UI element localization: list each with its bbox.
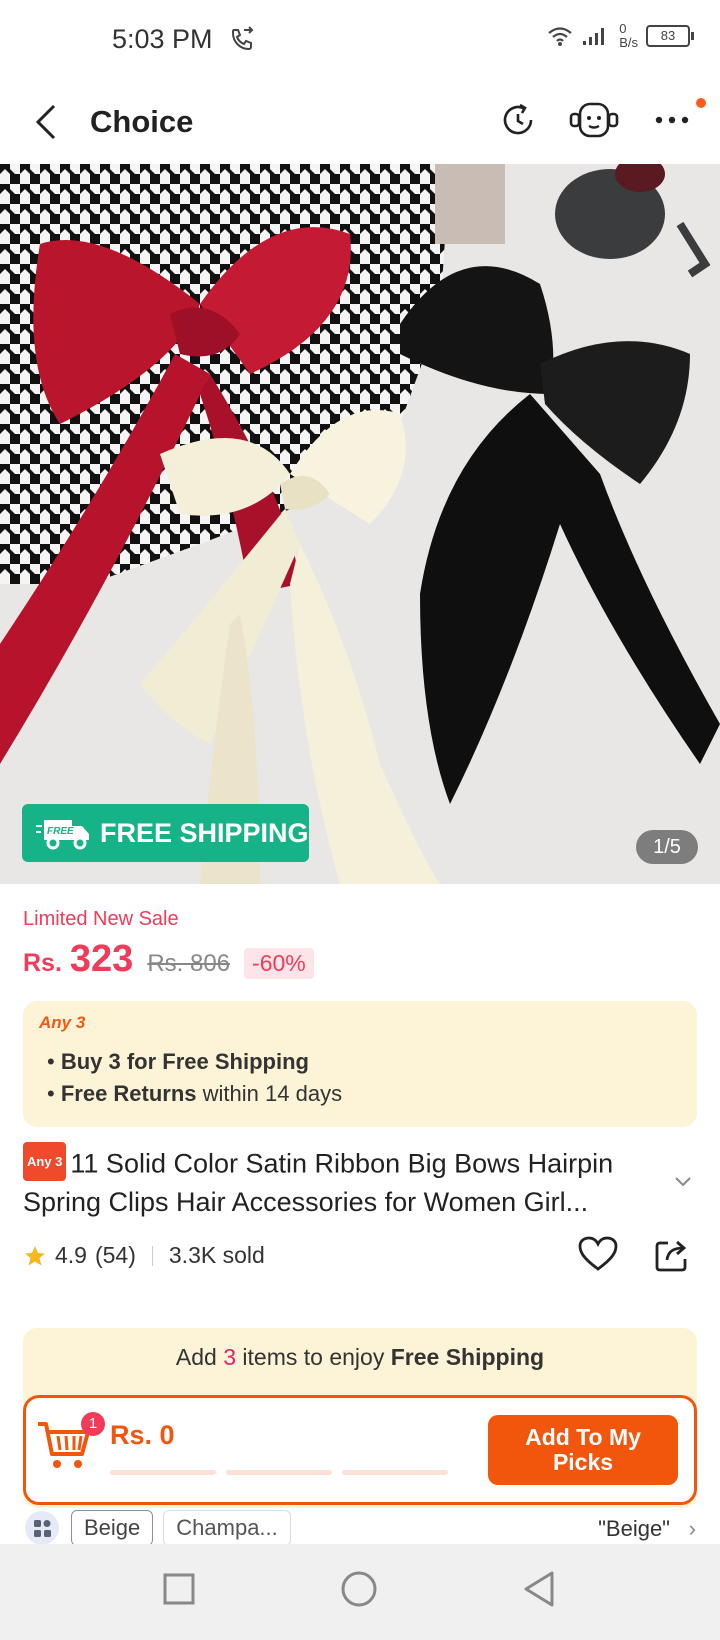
discount-badge: -60% xyxy=(244,948,314,979)
progress-segment xyxy=(226,1470,332,1475)
sale-label: Limited New Sale xyxy=(23,908,179,930)
free-badge-text: FREE xyxy=(47,826,74,837)
customer-service-icon[interactable] xyxy=(568,100,620,144)
progress-segment xyxy=(110,1470,216,1475)
current-price: 323 xyxy=(69,938,134,980)
sold-count: 3.3K sold xyxy=(168,1242,265,1268)
more-icon[interactable] xyxy=(654,110,690,130)
page-title: Choice xyxy=(90,104,194,139)
call-forward-icon xyxy=(231,26,254,51)
currency: Rs. xyxy=(23,949,62,977)
rating-value: 4.9 xyxy=(55,1242,87,1268)
notification-dot xyxy=(696,98,706,108)
progress-segment xyxy=(342,1470,448,1475)
net-speed: 0 B/s xyxy=(619,21,638,50)
free-shipping-label: FREE SHIPPING xyxy=(100,817,309,848)
share-icon[interactable] xyxy=(654,1237,690,1273)
status-time: 5:03 PM xyxy=(112,24,213,54)
price-row: Rs. 323 Rs. 806 -60% xyxy=(23,938,314,981)
wifi-icon xyxy=(548,27,572,46)
product-photo xyxy=(0,164,720,884)
heart-icon[interactable] xyxy=(578,1236,618,1272)
cart-count-badge: 1 xyxy=(81,1412,105,1436)
chevron-right-icon[interactable]: › xyxy=(689,1516,696,1542)
app-header: Choice xyxy=(0,80,720,164)
signal-icon xyxy=(583,28,605,45)
progress-segments xyxy=(110,1470,448,1475)
grid-view-icon[interactable] xyxy=(23,1510,61,1546)
product-image-carousel[interactable]: FREE FREE SHIPPING 1/5 xyxy=(0,164,720,884)
variant-chip-beige[interactable]: Beige xyxy=(71,1510,154,1546)
free-shipping-badge: FREE FREE SHIPPING xyxy=(22,804,309,862)
star-icon xyxy=(25,1245,45,1265)
battery-icon: 83 xyxy=(646,25,694,47)
promo-box[interactable]: Any 3 • Buy 3 for Free Shipping • Free R… xyxy=(23,1001,697,1127)
system-nav-bar xyxy=(0,1544,720,1640)
variant-selector: Beige Champa... xyxy=(23,1510,697,1546)
history-icon[interactable] xyxy=(498,100,538,140)
cart-message: Add 3 items to enjoy Free Shipping xyxy=(175,1344,545,1370)
back-nav-icon[interactable] xyxy=(522,1570,556,1608)
promo-line-2: • Free Returns within 14 days xyxy=(47,1081,343,1106)
back-arrow-icon[interactable] xyxy=(30,102,60,142)
home-icon[interactable] xyxy=(340,1570,378,1608)
status-right: 0 B/s 83 xyxy=(547,21,694,50)
recent-apps-icon[interactable] xyxy=(162,1572,196,1606)
my-picks-bar: 1 Rs. 0 Add To My Picks xyxy=(23,1395,697,1505)
status-bar: 5:03 PM 0 B/s 83 xyxy=(0,0,720,80)
promo-tag: Any 3 xyxy=(39,1013,86,1032)
any3-badge: Any 3 xyxy=(23,1142,67,1181)
add-to-picks-button[interactable]: Add To My Picks xyxy=(488,1415,678,1485)
product-title[interactable]: Any 3 11 Solid Color Satin Ribbon Big Bow… xyxy=(23,1142,673,1220)
image-counter: 1/5 xyxy=(636,830,698,864)
divider xyxy=(151,1245,153,1266)
cart-total: Rs. 0 xyxy=(110,1420,175,1450)
original-price: Rs. 806 xyxy=(147,950,231,977)
promo-line-1: • Buy 3 for Free Shipping xyxy=(47,1049,309,1074)
review-count[interactable]: (54) xyxy=(95,1242,136,1269)
chevron-down-icon[interactable] xyxy=(674,1176,692,1188)
selected-variant[interactable]: "Beige" xyxy=(598,1516,670,1542)
rating-row: 4.9 (54) 3.3K sold xyxy=(23,1242,265,1269)
product-title-text: 11 Solid Color Satin Ribbon Big Bows Hai… xyxy=(23,1148,614,1217)
delivery-truck-icon: FREE xyxy=(36,820,89,850)
variant-chip-champagne[interactable]: Champa... xyxy=(163,1510,291,1546)
